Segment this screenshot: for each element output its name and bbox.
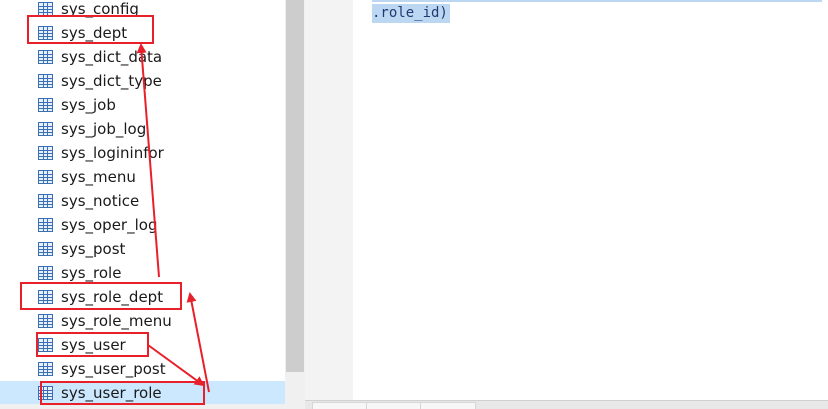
tree-item-label: sys_role_menu [61,312,172,330]
table-icon [38,218,53,232]
tree-item-label: sys_role [61,264,122,282]
tree-item-sys-dept[interactable]: sys_dept [0,21,285,45]
tree-item-sys-post[interactable]: sys_post [0,237,285,261]
tree-item-sys-role-dept[interactable]: sys_role_dept [0,285,285,309]
tree-item-sys-menu[interactable]: sys_menu [0,165,285,189]
tree-item-sys-job[interactable]: sys_job [0,93,285,117]
table-icon [38,266,53,280]
table-icon [38,98,53,112]
tree-item-sys-logininfor[interactable]: sys_logininfor [0,141,285,165]
table-icon [38,50,53,64]
table-tree: sys_config sys_dept sys_dict_data sys_di… [0,0,285,409]
table-icon [38,242,53,256]
tree-item-label: sys_oper_log [61,216,158,234]
table-icon [38,74,53,88]
tree-item-label: sys_user [61,336,126,354]
tree-item-sys-user-role[interactable]: sys_user_role [0,381,285,405]
editor-tab[interactable] [366,402,422,409]
sql-editor[interactable] [353,0,828,400]
table-icon [38,122,53,136]
table-icon [38,2,53,16]
tree-item-label: sys_post [61,240,126,258]
tree-item-sys-user[interactable]: sys_user [0,333,285,357]
table-icon [38,386,53,400]
table-icon [38,194,53,208]
tree-item-sys-dict-type[interactable]: sys_dict_type [0,69,285,93]
editor-tab[interactable] [312,402,368,409]
tree-item-label: sys_config [61,0,139,18]
tree-item-sys-role[interactable]: sys_role [0,261,285,285]
tree-item-sys-config[interactable]: sys_config [0,0,285,21]
table-icon [38,170,53,184]
tree-item-label: sys_dict_data [61,48,163,66]
tree-item-sys-dict-data[interactable]: sys_dict_data [0,45,285,69]
tree-item-label: sys_dept [61,24,128,42]
horizontal-scrollbar[interactable] [0,404,285,409]
tree-item-sys-role-menu[interactable]: sys_role_menu [0,309,285,333]
table-icon [38,338,53,352]
tree-item-sys-notice[interactable]: sys_notice [0,189,285,213]
tree-item-label: sys_job [61,96,116,114]
tree-item-sys-job-log[interactable]: sys_job_log [0,117,285,141]
tree-item-sys-oper-log[interactable]: sys_oper_log [0,213,285,237]
tree-item-label: sys_dict_type [61,72,162,90]
tree-item-sys-user-post[interactable]: sys_user_post [0,357,285,381]
editor-gutter [305,0,353,409]
tree-item-label: sys_user_post [61,360,166,378]
table-icon [38,146,53,160]
tree-item-label: sys_notice [61,192,140,210]
table-icon [38,290,53,304]
editor-tab[interactable] [420,402,476,409]
vertical-scrollbar-thumb[interactable] [286,0,304,372]
selected-code-line-previous [372,0,822,2]
table-icon [38,26,53,40]
tree-item-label: sys_job_log [61,120,147,138]
tree-item-label: sys_logininfor [61,144,164,162]
table-icon [38,362,53,376]
table-icon [38,314,53,328]
tree-item-label: sys_user_role [61,384,162,402]
selected-code-line: .role_id) [372,4,450,23]
tree-item-label: sys_role_dept [61,288,164,306]
tree-item-label: sys_menu [61,168,136,186]
